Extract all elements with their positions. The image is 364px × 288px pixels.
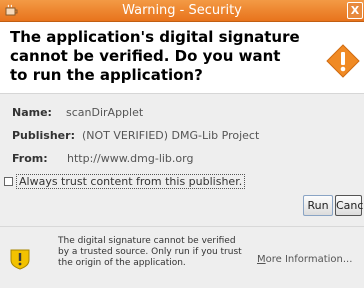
publisher-value: (NOT VERIFIED) DMG-Lib Project	[82, 129, 260, 142]
checkbox-box[interactable]	[4, 176, 13, 186]
cancel-button[interactable]: Cancel	[335, 195, 364, 216]
name-label: Name:	[12, 106, 52, 119]
footer-message: The digital signature cannot be verified…	[58, 236, 242, 268]
from-value: http://www.dmg-lib.org	[67, 152, 194, 165]
always-trust-checkbox[interactable]: Always trust content from this publisher…	[4, 173, 246, 189]
from-label: From:	[12, 152, 48, 165]
more-info-mnemonic[interactable]: M	[257, 254, 266, 265]
footer-panel: The digital signature cannot be verified…	[0, 226, 364, 288]
header-panel: The application's digital signature cann…	[0, 22, 364, 94]
security-question: The application's digital signature cann…	[10, 28, 300, 84]
always-trust-label[interactable]: Always trust content from this publisher…	[16, 173, 246, 189]
publisher-label: Publisher:	[12, 129, 75, 142]
title-bar: Warning - Security X	[0, 0, 364, 22]
more-info-text[interactable]: ore Information...	[266, 254, 353, 265]
close-button[interactable]: X	[347, 2, 363, 19]
small-warning-icon	[10, 249, 30, 270]
more-information-link[interactable]: More Information...	[257, 254, 352, 265]
window-title: Warning - Security	[122, 3, 242, 18]
run-button[interactable]: Run	[303, 195, 333, 216]
warning-diamond-icon	[326, 44, 360, 78]
name-value: scanDirApplet	[66, 106, 144, 119]
